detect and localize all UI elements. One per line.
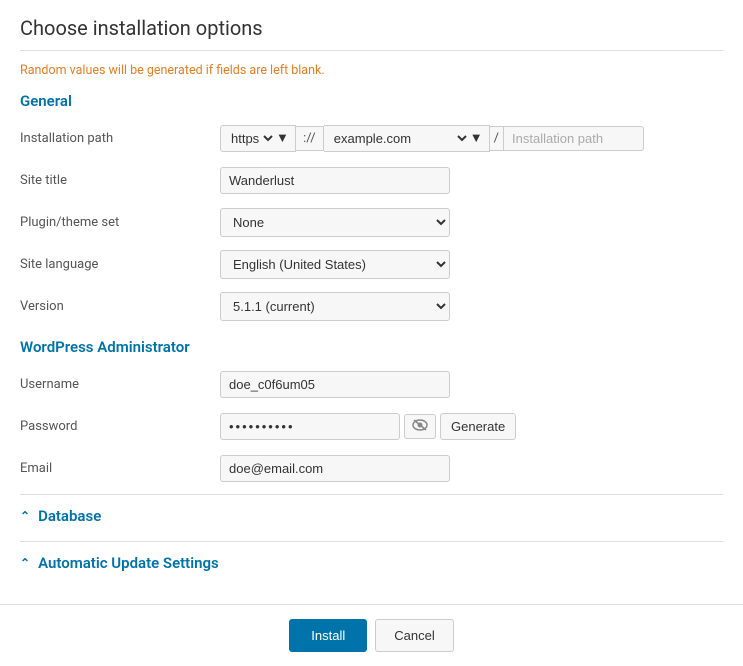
auto-update-chevron-icon: ⌃ (20, 556, 30, 570)
domain-caret: ▼ (470, 130, 483, 146)
plugin-theme-field: None (220, 208, 723, 237)
site-title-label: Site title (20, 173, 220, 188)
protocol-select-wrap[interactable]: https http ▼ (220, 125, 296, 152)
path-input[interactable] (504, 126, 644, 151)
eye-icon (412, 419, 428, 434)
installation-path-field: https http ▼ :// example.com ▼ / (220, 125, 723, 152)
username-row: Username (20, 368, 723, 400)
site-title-field (220, 167, 723, 194)
password-row: Password Generate (20, 410, 723, 442)
version-row: Version 5.1.1 (current) (20, 290, 723, 322)
cancel-button[interactable]: Cancel (375, 619, 453, 652)
auto-update-section-title: Automatic Update Settings (38, 554, 219, 572)
site-title-input[interactable] (220, 167, 450, 194)
version-select[interactable]: 5.1.1 (current) (220, 292, 450, 321)
version-field: 5.1.1 (current) (220, 292, 723, 321)
site-language-select[interactable]: English (United States) (220, 250, 450, 279)
main-container: Choose installation options Random value… (0, 0, 743, 604)
database-section-title: Database (38, 507, 101, 525)
install-path-wrap: https http ▼ :// example.com ▼ / (220, 125, 644, 152)
password-input[interactable] (220, 413, 400, 440)
general-section-title: General (20, 92, 723, 110)
install-button[interactable]: Install (289, 619, 367, 652)
password-label: Password (20, 419, 220, 434)
email-field (220, 455, 723, 482)
protocol-caret: ▼ (276, 130, 289, 146)
email-label: Email (20, 461, 220, 476)
generate-password-button[interactable]: Generate (440, 413, 516, 440)
installation-path-row: Installation path https http ▼ :// examp… (20, 122, 723, 154)
footer: Install Cancel (0, 604, 743, 666)
password-wrap: Generate (220, 413, 516, 440)
database-header[interactable]: ⌃ Database (20, 495, 723, 537)
username-field (220, 371, 723, 398)
username-input[interactable] (220, 371, 450, 398)
database-chevron-icon: ⌃ (20, 509, 30, 523)
plugin-theme-select[interactable]: None (220, 208, 450, 237)
email-input[interactable] (220, 455, 450, 482)
password-field: Generate (220, 413, 723, 440)
installation-path-label: Installation path (20, 131, 220, 146)
username-label: Username (20, 377, 220, 392)
site-language-row: Site language English (United States) (20, 248, 723, 280)
domain-dropdown[interactable]: example.com (330, 130, 470, 147)
plugin-theme-row: Plugin/theme set None (20, 206, 723, 238)
scheme-separator: :// (296, 126, 324, 151)
auto-update-header[interactable]: ⌃ Automatic Update Settings (20, 542, 723, 584)
site-language-field: English (United States) (220, 250, 723, 279)
auto-update-section: ⌃ Automatic Update Settings (20, 541, 723, 584)
plugin-theme-label: Plugin/theme set (20, 215, 220, 230)
version-label: Version (20, 299, 220, 314)
database-section: ⌃ Database (20, 494, 723, 537)
page-title: Choose installation options (20, 16, 723, 51)
info-text: Random values will be generated if field… (20, 63, 723, 78)
protocol-dropdown[interactable]: https http (227, 130, 276, 147)
site-language-label: Site language (20, 257, 220, 272)
domain-select-wrap[interactable]: example.com ▼ (324, 125, 490, 152)
email-row: Email (20, 452, 723, 484)
slash-separator: / (490, 126, 504, 151)
site-title-row: Site title (20, 164, 723, 196)
wp-admin-section-title: WordPress Administrator (20, 338, 723, 356)
toggle-password-button[interactable] (404, 414, 436, 439)
